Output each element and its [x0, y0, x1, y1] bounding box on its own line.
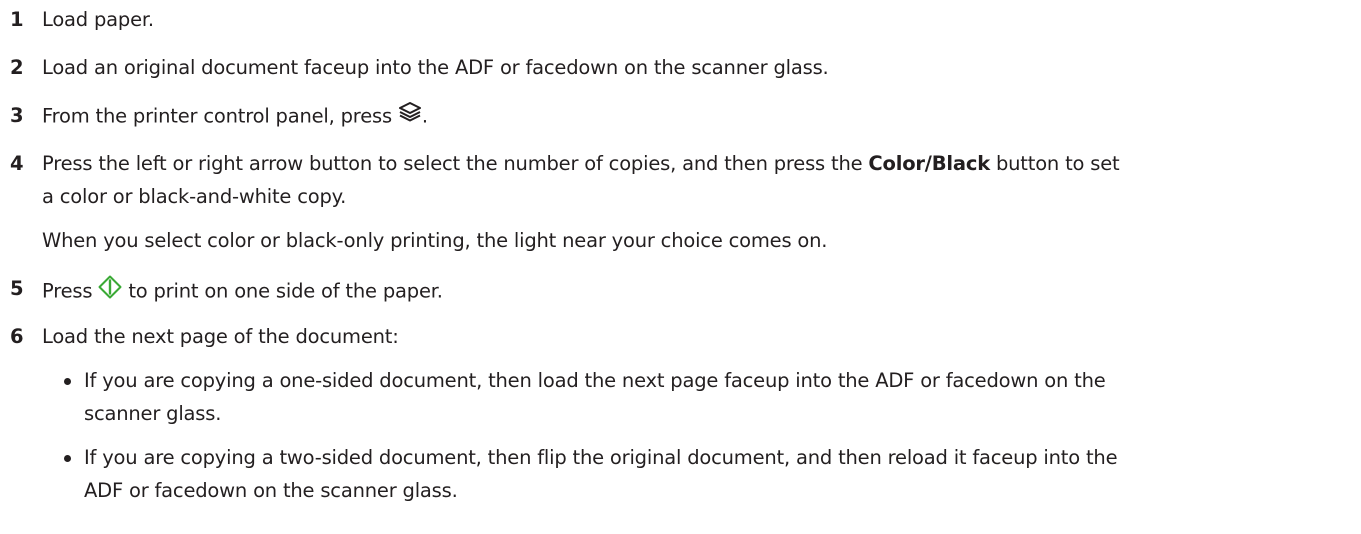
step-number-1: 1: [10, 8, 24, 31]
step-number-5: 5: [10, 277, 24, 300]
step-4-text-before: Press the left or right arrow button to …: [42, 152, 869, 175]
step-5-text-before: Press: [42, 279, 99, 303]
bullet-2-line-2: ADF or facedown on the scanner glass.: [84, 479, 458, 502]
step-1-text: Load paper.: [42, 8, 154, 31]
step-3-text-after: .: [421, 104, 428, 128]
bullet-2-line-1: If you are copying a two-sided document,…: [84, 446, 1118, 469]
bullet-1-line-2: scanner glass.: [84, 402, 222, 425]
step-3-text: From the printer control panel, press .: [42, 102, 428, 130]
step-2-text: Load an original document faceup into th…: [42, 56, 829, 79]
step-number-6: 6: [10, 325, 24, 348]
step-6-text: Load the next page of the document:: [42, 325, 399, 348]
bullet-1-line-1: If you are copying a one-sided document,…: [84, 369, 1106, 392]
step-number-2: 2: [10, 56, 24, 79]
copy-layers-icon: [398, 102, 422, 128]
step-4-line-2: a color or black-and-white copy.: [42, 185, 347, 208]
step-3-text-before: From the printer control panel, press: [42, 104, 398, 128]
step-5-text-after: to print on one side of the paper.: [122, 279, 443, 303]
step-4-note: When you select color or black-only prin…: [42, 229, 828, 252]
step-4-line-1: Press the left or right arrow button to …: [42, 152, 1120, 176]
start-diamond-icon: [98, 275, 122, 305]
step-number-3: 3: [10, 104, 24, 127]
bullet-dot: [64, 378, 71, 385]
bullet-dot: [64, 455, 71, 462]
step-number-4: 4: [10, 152, 24, 175]
step-5-text: Press to print on one side of the paper.: [42, 275, 443, 307]
step-4-text-after: button to set: [989, 152, 1120, 175]
color-black-button-label: Color/Black: [868, 152, 990, 175]
